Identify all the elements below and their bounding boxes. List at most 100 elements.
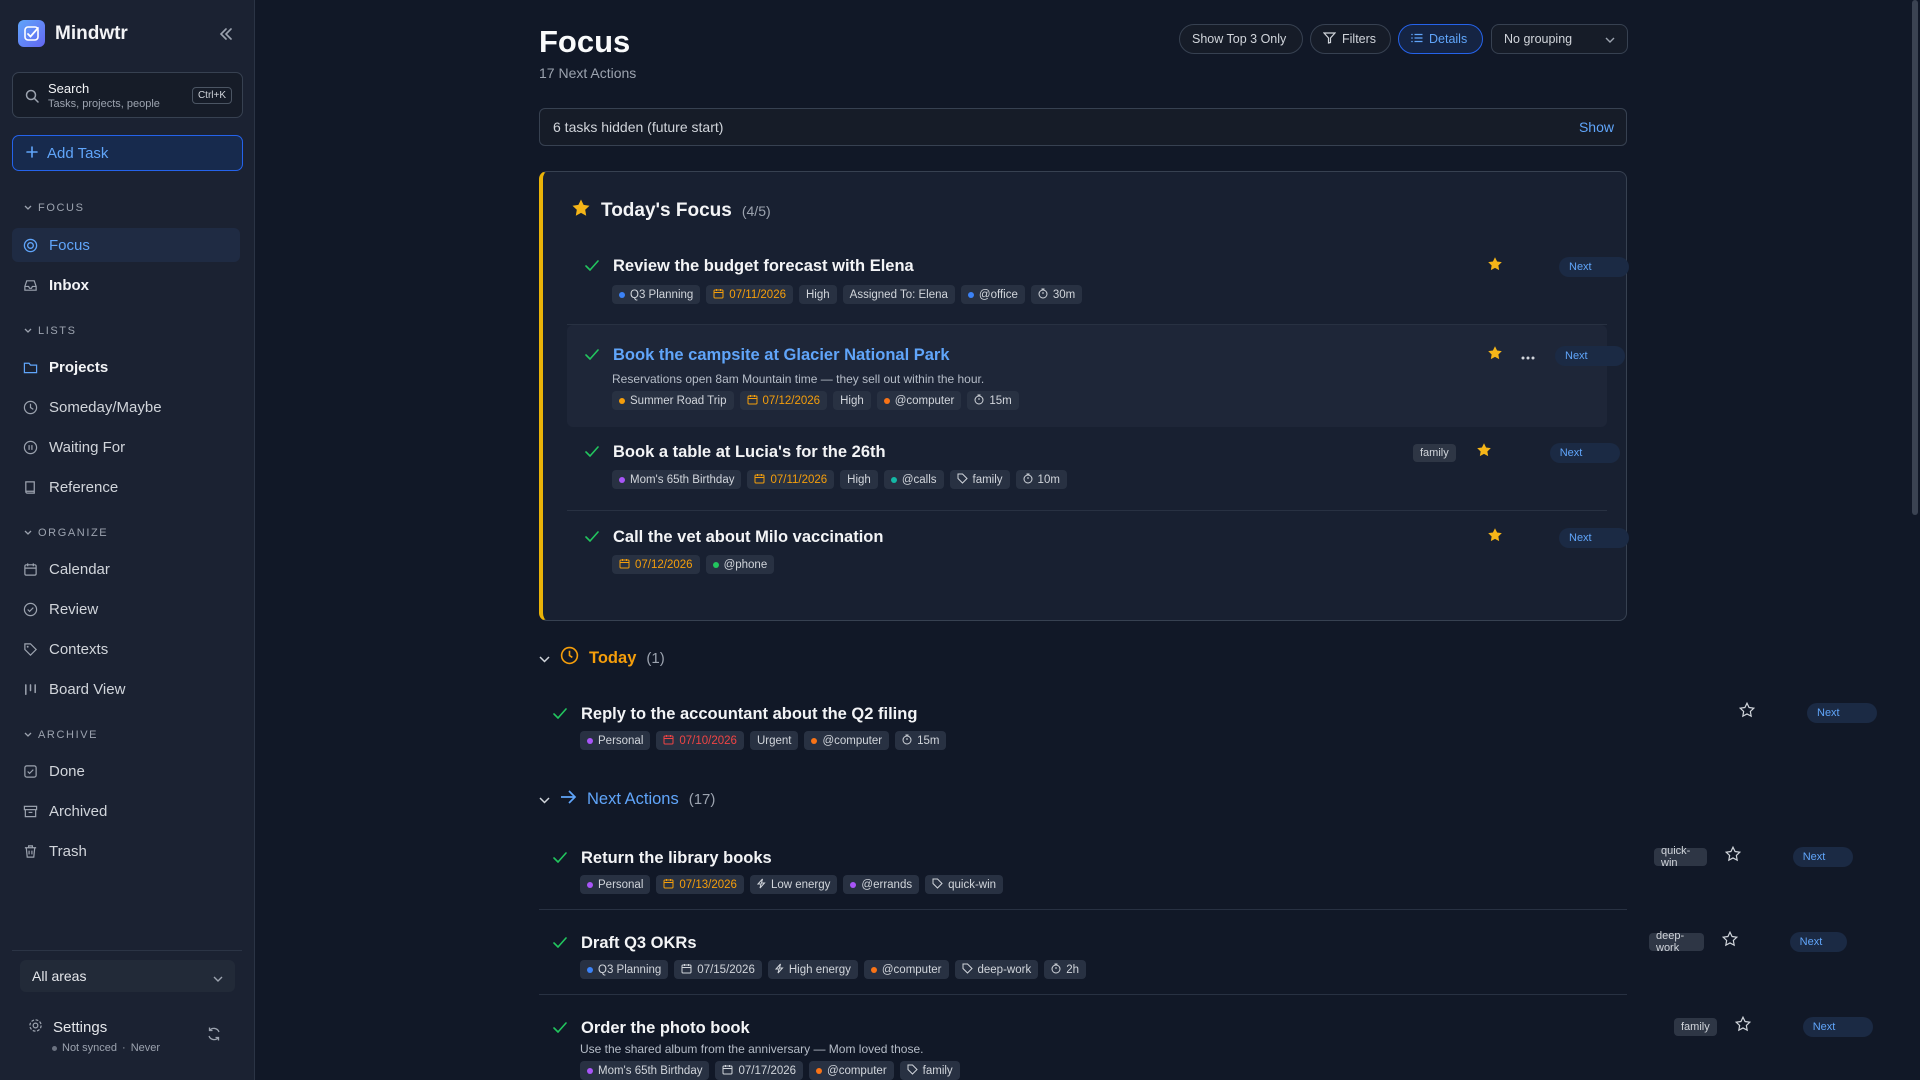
today-section-header[interactable]: Today (1) — [539, 646, 665, 670]
due-date-chip[interactable]: 07/12/2026 — [612, 555, 700, 574]
context-chip[interactable]: @office — [960, 285, 1025, 304]
sidebar-item-trash[interactable]: Trash — [12, 834, 240, 868]
settings-button[interactable]: Settings — [28, 1018, 107, 1037]
star-filled-icon[interactable] — [1487, 527, 1503, 548]
check-icon[interactable] — [553, 706, 567, 724]
context-chip[interactable]: @computer — [863, 960, 949, 979]
focus-task-row[interactable]: Call the vet about Milo vaccination 07/1… — [567, 515, 1629, 595]
due-date-chip[interactable]: 07/11/2026 — [747, 470, 835, 489]
tag-badge[interactable]: family — [1413, 443, 1456, 462]
task-title[interactable]: Review the budget forecast with Elena — [613, 257, 914, 276]
show-top3-button[interactable]: Show Top 3 Only — [1179, 24, 1303, 54]
check-icon[interactable] — [553, 935, 567, 953]
check-icon[interactable] — [553, 1020, 567, 1038]
details-button[interactable]: Details — [1398, 24, 1483, 54]
status-badge[interactable]: Next — [1555, 345, 1625, 366]
tag-chip[interactable]: deep-work — [954, 960, 1039, 979]
project-chip[interactable]: Summer Road Trip — [612, 391, 734, 410]
task-title[interactable]: Order the photo book — [581, 1019, 750, 1038]
areas-select[interactable]: All areas — [20, 960, 235, 992]
check-icon[interactable] — [585, 529, 599, 547]
sidebar-item-review[interactable]: Review — [12, 592, 240, 626]
due-date-chip[interactable]: 07/11/2026 — [706, 285, 793, 304]
task-row[interactable]: Reply to the accountant about the Q2 fil… — [553, 692, 1877, 772]
status-badge[interactable]: Next — [1559, 256, 1629, 277]
task-row[interactable]: Draft Q3 OKRs Q3 Planning 07/15/2026 Hig… — [553, 921, 1848, 1001]
check-icon[interactable] — [585, 444, 599, 462]
show-hidden-link[interactable]: Show — [1579, 119, 1614, 135]
more-icon[interactable] — [1521, 347, 1535, 365]
status-badge[interactable]: Next — [1807, 702, 1877, 723]
context-chip[interactable]: @computer — [809, 1061, 894, 1080]
status-badge[interactable]: Next — [1802, 1016, 1873, 1037]
project-chip[interactable]: Q3 Planning — [580, 960, 669, 979]
star-filled-icon[interactable] — [1487, 345, 1503, 366]
star-filled-icon[interactable] — [1476, 442, 1492, 463]
section-archive[interactable]: ARCHIVE — [24, 729, 98, 741]
section-organize[interactable]: ORGANIZE — [24, 527, 108, 539]
sidebar-item-inbox[interactable]: Inbox — [12, 268, 240, 302]
sidebar-item-waiting[interactable]: Waiting For — [12, 430, 240, 464]
check-icon[interactable] — [585, 258, 599, 276]
task-title[interactable]: Call the vet about Milo vaccination — [613, 528, 883, 547]
focus-task-row[interactable]: Book the campsite at Glacier National Pa… — [567, 325, 1625, 427]
task-row[interactable]: Return the library books Personal 07/13/… — [553, 836, 1854, 916]
sidebar-item-calendar[interactable]: Calendar — [12, 552, 240, 586]
star-filled-icon[interactable] — [1487, 256, 1503, 277]
task-row[interactable]: Order the photo book Use the shared albu… — [553, 1006, 1873, 1080]
task-title[interactable]: Return the library books — [581, 849, 772, 868]
focus-task-row[interactable]: Book a table at Lucia's for the 26th Mom… — [567, 430, 1620, 510]
check-icon[interactable] — [553, 850, 567, 868]
context-chip[interactable]: @phone — [705, 555, 775, 574]
due-date-chip[interactable]: 07/13/2026 — [656, 875, 744, 894]
context-chip[interactable]: @calls — [883, 470, 944, 489]
sidebar-item-focus[interactable]: Focus — [12, 228, 240, 262]
task-title[interactable]: Book the campsite at Glacier National Pa… — [613, 346, 950, 365]
search-box[interactable]: Search Tasks, projects, people Ctrl+K — [12, 72, 243, 118]
task-title[interactable]: Draft Q3 OKRs — [581, 934, 697, 953]
focus-task-row[interactable]: Review the budget forecast with Elena Q3… — [567, 244, 1629, 324]
star-outline-icon[interactable] — [1738, 701, 1756, 723]
due-date-chip[interactable]: 07/12/2026 — [739, 391, 828, 410]
star-outline-icon[interactable] — [1734, 1015, 1751, 1037]
sidebar-item-board[interactable]: Board View — [12, 672, 240, 706]
section-focus[interactable]: FOCUS — [24, 202, 85, 214]
star-outline-icon[interactable] — [1724, 845, 1741, 867]
add-task-button[interactable]: Add Task — [12, 135, 243, 171]
scrollbar-thumb[interactable] — [1912, 0, 1918, 515]
task-title[interactable]: Book a table at Lucia's for the 26th — [613, 443, 886, 462]
sidebar-item-archived[interactable]: Archived — [12, 794, 240, 828]
due-date-chip[interactable]: 07/10/2026 — [656, 731, 744, 750]
tag-chip[interactable]: quick-win — [925, 875, 1004, 894]
tag-badge[interactable]: deep-work — [1649, 930, 1704, 954]
project-chip[interactable]: Personal — [580, 875, 651, 894]
collapse-sidebar-icon[interactable] — [216, 24, 236, 44]
status-badge[interactable]: Next — [1559, 527, 1629, 548]
tag-badge[interactable]: family — [1674, 1017, 1717, 1036]
check-icon[interactable] — [585, 347, 599, 365]
project-chip[interactable]: Mom's 65th Birthday — [580, 1061, 710, 1080]
sidebar-item-contexts[interactable]: Contexts — [12, 632, 240, 666]
grouping-select[interactable]: No grouping — [1491, 24, 1628, 54]
project-chip[interactable]: Q3 Planning — [612, 285, 701, 304]
context-chip[interactable]: @computer — [876, 391, 962, 410]
context-chip[interactable]: @errands — [843, 875, 920, 894]
next-actions-section-header[interactable]: Next Actions (17) — [539, 790, 715, 809]
sidebar-item-done[interactable]: Done — [12, 754, 240, 788]
project-chip[interactable]: Personal — [580, 731, 651, 750]
status-badge[interactable]: Next — [1792, 846, 1854, 867]
sidebar-item-someday[interactable]: Someday/Maybe — [12, 390, 240, 424]
task-title[interactable]: Reply to the accountant about the Q2 fil… — [581, 705, 917, 724]
section-lists[interactable]: LISTS — [24, 325, 77, 337]
due-date-chip[interactable]: 07/15/2026 — [674, 960, 762, 979]
due-date-chip[interactable]: 07/17/2026 — [715, 1061, 804, 1080]
sidebar-item-reference[interactable]: Reference — [12, 470, 240, 504]
filters-button[interactable]: Filters — [1310, 24, 1391, 54]
tag-chip[interactable]: family — [899, 1061, 960, 1080]
star-outline-icon[interactable] — [1721, 930, 1738, 952]
project-chip[interactable]: Mom's 65th Birthday — [612, 470, 742, 489]
sidebar-item-projects[interactable]: Projects — [12, 350, 240, 384]
status-badge[interactable]: Next — [1789, 931, 1848, 952]
sync-refresh-icon[interactable] — [206, 1026, 222, 1047]
tag-chip[interactable]: family — [949, 470, 1010, 489]
